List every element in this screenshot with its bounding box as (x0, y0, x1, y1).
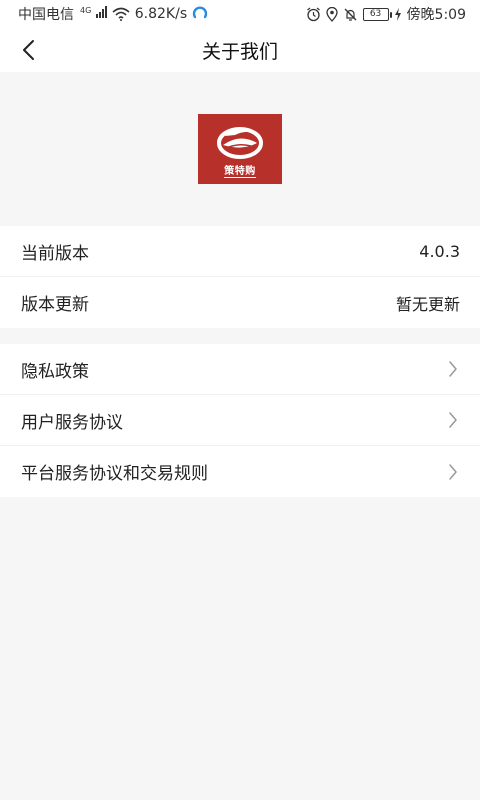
chevron-right-icon (446, 411, 460, 429)
logo-section: 策特购 (0, 72, 480, 224)
current-version-row: 当前版本 4.0.3 (0, 226, 480, 277)
app-notification-icon (192, 6, 208, 19)
app-logo: 策特购 (198, 114, 282, 184)
user-service-agreement-label: 用户服务协议 (21, 412, 123, 433)
logo-text: 策特购 (224, 162, 256, 178)
signal-icon (95, 6, 107, 19)
status-left: 中国电信 4G 6.82K/s (18, 4, 208, 24)
logo-emblem-icon (217, 126, 263, 159)
current-version-value: 4.0.3 (419, 241, 460, 261)
back-button[interactable] (14, 36, 42, 64)
battery-level: 63 (369, 9, 382, 19)
status-bar: 中国电信 4G 6.82K/s 63 傍晚5:09 (0, 0, 480, 28)
alarm-icon (306, 7, 320, 21)
network-speed: 6.82K/s (134, 6, 188, 22)
privacy-policy-label: 隐私政策 (21, 361, 89, 382)
privacy-policy-row[interactable]: 隐私政策 (0, 344, 480, 395)
platform-agreement-row[interactable]: 平台服务协议和交易规则 (0, 446, 480, 497)
platform-agreement-label: 平台服务协议和交易规则 (21, 464, 208, 484)
page-title: 关于我们 (201, 40, 278, 63)
battery-icon: 63 (362, 7, 392, 21)
status-right: 63 傍晚5:09 (306, 4, 466, 24)
network-indicator: 4G (79, 6, 107, 23)
version-info-group: 当前版本 4.0.3 版本更新 暂无更新 (0, 226, 480, 328)
carrier-name: 中国电信 (18, 7, 74, 23)
version-update-value: 暂无更新 (395, 294, 460, 314)
charging-icon (394, 7, 401, 21)
back-arrow-icon (23, 40, 34, 60)
version-update-row[interactable]: 版本更新 暂无更新 (0, 277, 480, 328)
network-type: 4G (80, 5, 92, 15)
current-version-label: 当前版本 (21, 243, 89, 264)
mute-icon (344, 8, 357, 21)
chevron-right-icon (446, 360, 460, 378)
version-update-label: 版本更新 (21, 295, 89, 315)
clock-time: 傍晚5:09 (406, 7, 466, 23)
chevron-right-icon (446, 463, 460, 481)
policy-links-group: 隐私政策 用户服务协议 平台服务协议和交易规则 (0, 344, 480, 497)
user-service-agreement-row[interactable]: 用户服务协议 (0, 395, 480, 446)
wifi-icon (112, 7, 130, 21)
nav-bar: 关于我们 (0, 28, 480, 72)
location-icon (325, 6, 338, 22)
